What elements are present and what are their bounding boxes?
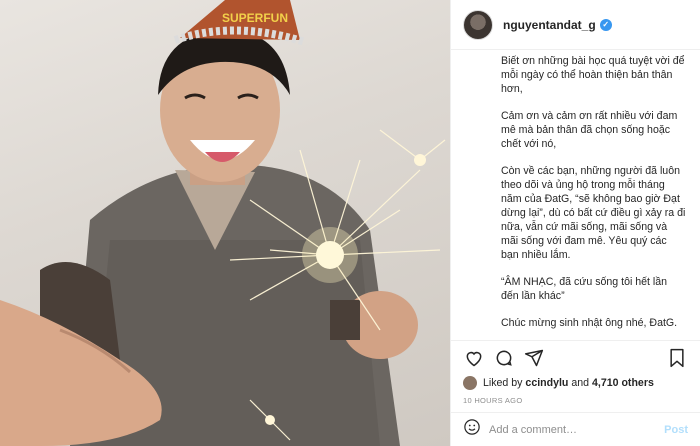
comment-input[interactable]	[489, 423, 665, 436]
save-icon[interactable]	[666, 347, 688, 369]
avatar[interactable]	[463, 9, 493, 40]
caption-paragraph: Còn về các bạn, những người đã luôn theo…	[501, 165, 686, 261]
action-bar	[451, 340, 700, 374]
likes-prefix: Liked by	[483, 377, 523, 389]
caption-paragraph: Biết ơn những bài học quá tuyệt vời để m…	[501, 55, 685, 95]
instagram-post: SUPERFUN nguyentandat_g ✓ Biết ơn những …	[0, 0, 700, 446]
likes-joiner: and	[571, 377, 590, 389]
post-header: nguyentandat_g ✓	[451, 0, 700, 50]
comment-box: Post	[451, 412, 700, 446]
likes-count-link[interactable]: 4,710 others	[592, 377, 654, 389]
post-timestamp[interactable]: 10 HOURS AGO	[451, 392, 700, 412]
share-icon[interactable]	[523, 347, 545, 369]
likes-line: Liked by ccindylu and 4,710 others	[451, 374, 700, 392]
liker-avatar[interactable]	[463, 376, 477, 390]
caption: Biết ơn những bài học quá tuyệt vời để m…	[451, 50, 700, 340]
heart-icon[interactable]	[463, 347, 485, 369]
caption-paragraph: Chúc mừng sinh nhật ông nhé, ĐatG.	[501, 317, 678, 329]
birthday-photo-illustration: SUPERFUN	[0, 0, 446, 446]
comment-icon[interactable]	[493, 347, 515, 369]
hat-text: SUPERFUN	[222, 11, 288, 25]
caption-paragraph: “ÂM NHẠC, đã cứu sống tôi hết lần đến lầ…	[501, 276, 668, 302]
caption-paragraph: Cảm ơn và cảm ơn rất nhiều với đam mê mà…	[501, 110, 678, 150]
post-side-panel: nguyentandat_g ✓ Biết ơn những bài học q…	[450, 0, 700, 446]
post-photo[interactable]: SUPERFUN	[0, 0, 450, 446]
liker-username-link[interactable]: ccindylu	[525, 377, 568, 389]
post-comment-button[interactable]: Post	[664, 424, 688, 436]
username-link[interactable]: nguyentandat_g	[503, 18, 596, 32]
emoji-icon[interactable]	[463, 418, 481, 441]
verified-badge-icon: ✓	[599, 18, 612, 31]
